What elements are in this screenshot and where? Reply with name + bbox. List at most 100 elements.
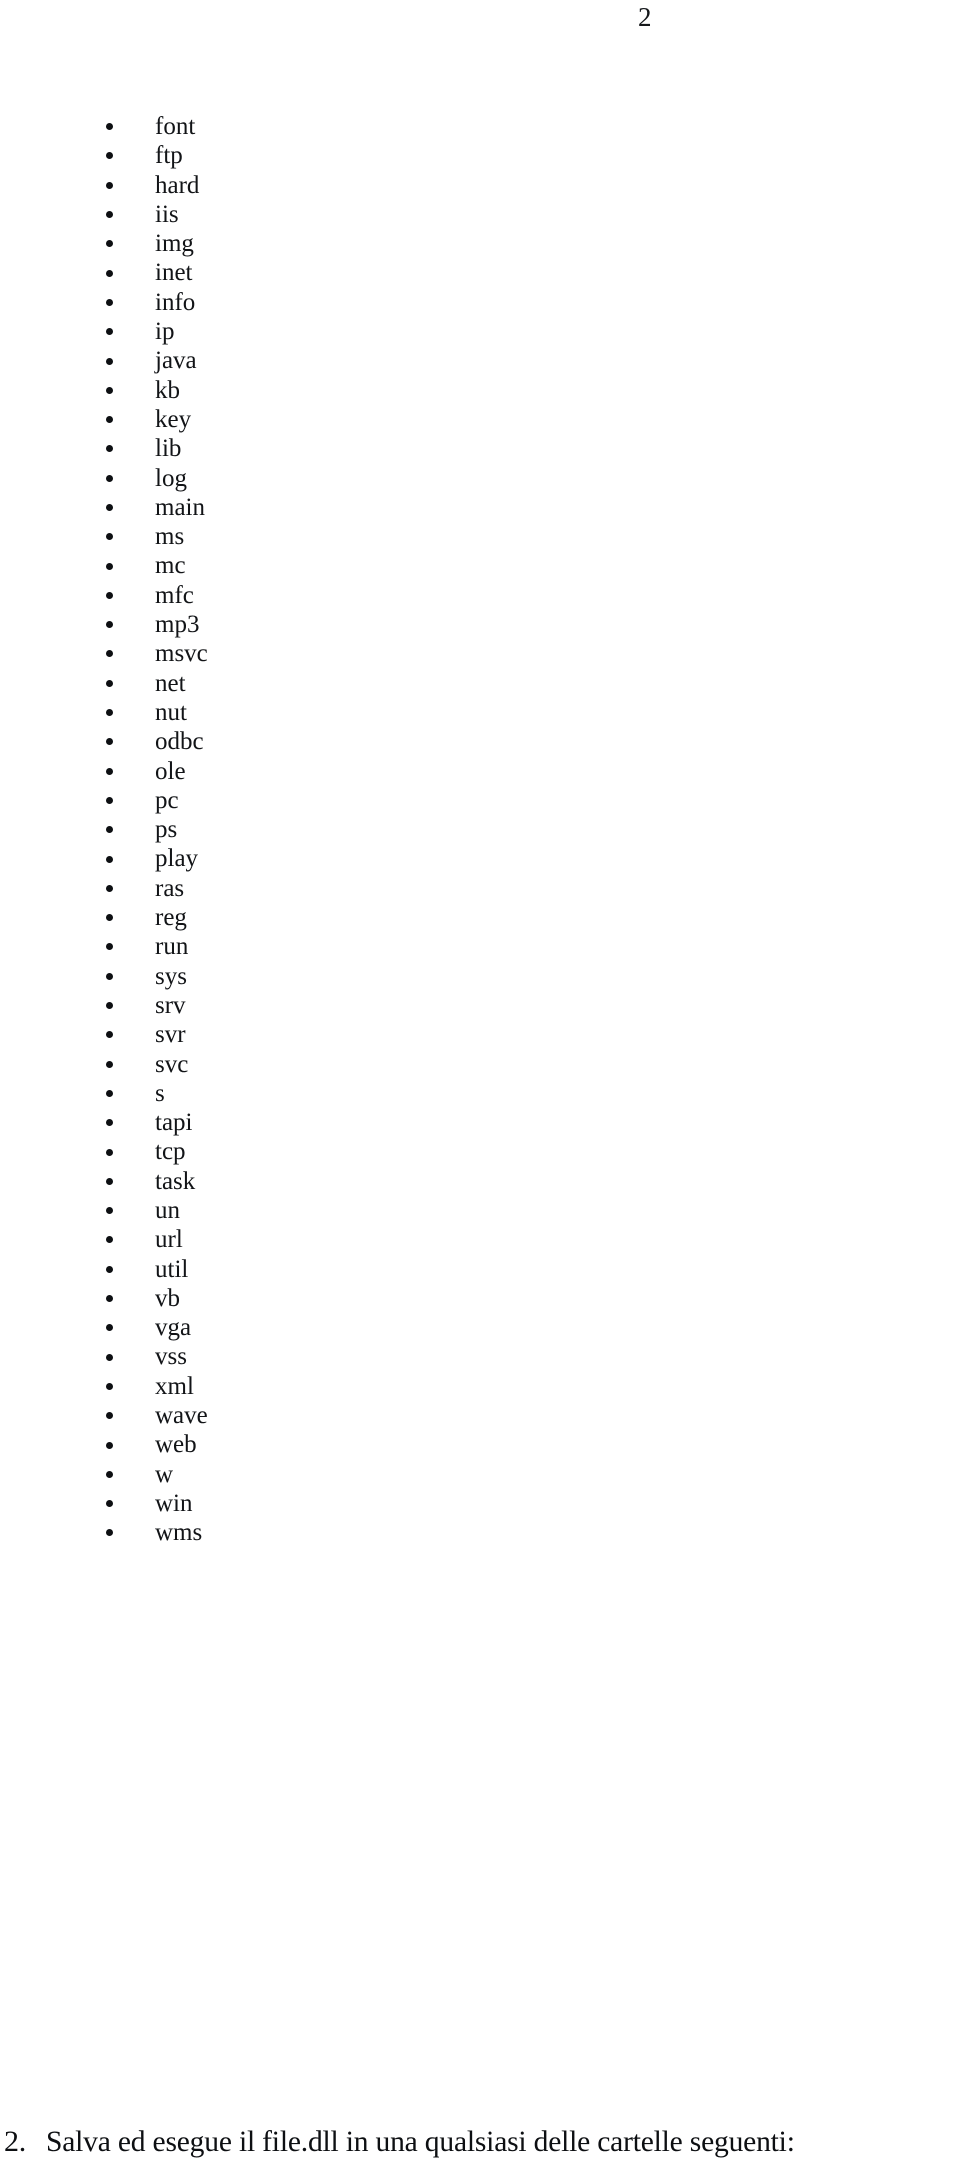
bullet-icon bbox=[106, 1060, 113, 1068]
list-item: svc bbox=[0, 1050, 640, 1079]
list-item: inet bbox=[0, 258, 640, 287]
list-item-label: mfc bbox=[155, 581, 194, 609]
list-item-label: vga bbox=[155, 1314, 192, 1342]
page-number: 2 bbox=[638, 2, 652, 32]
bullet-icon bbox=[106, 357, 113, 365]
list-item-label: main bbox=[155, 493, 205, 521]
list-item: odbc bbox=[0, 727, 640, 756]
list-item: url bbox=[0, 1225, 640, 1254]
bullet-icon bbox=[106, 1207, 113, 1215]
list-item: xml bbox=[0, 1372, 640, 1401]
list-item-label: nut bbox=[155, 698, 187, 726]
list-item-label: hard bbox=[155, 171, 200, 199]
bullet-icon bbox=[106, 123, 113, 131]
bullet-icon bbox=[106, 1500, 113, 1508]
list-item: ftp bbox=[0, 141, 640, 170]
list-item: svr bbox=[0, 1020, 640, 1049]
list-item: net bbox=[0, 669, 640, 698]
list-item-label: ftp bbox=[155, 142, 183, 170]
numbered-step: 2. Salva ed esegue il file.dll in una qu… bbox=[0, 2120, 960, 2168]
list-item: wave bbox=[0, 1401, 640, 1430]
list-item: run bbox=[0, 932, 640, 961]
list-item-label: kb bbox=[155, 376, 180, 404]
list-item: img bbox=[0, 229, 640, 258]
bullet-icon bbox=[106, 972, 113, 980]
list-item-label: tcp bbox=[155, 1138, 186, 1166]
list-item: iis bbox=[0, 200, 640, 229]
bullet-icon bbox=[106, 328, 113, 336]
bullet-icon bbox=[106, 855, 113, 863]
bullet-icon bbox=[106, 767, 113, 775]
list-item-label: task bbox=[155, 1167, 196, 1195]
list-item-label: s bbox=[155, 1079, 165, 1107]
list-item: vga bbox=[0, 1313, 640, 1342]
step-text: Salva ed esegue il file.dll in una quals… bbox=[46, 2125, 795, 2158]
list-item: s bbox=[0, 1079, 640, 1108]
list-item: nut bbox=[0, 698, 640, 727]
list-item-label: w bbox=[155, 1460, 174, 1488]
list-item-label: wms bbox=[155, 1519, 203, 1547]
list-item: java bbox=[0, 346, 640, 375]
list-item-label: log bbox=[155, 464, 187, 492]
list-item: msvc bbox=[0, 639, 640, 668]
list-item: vss bbox=[0, 1342, 640, 1371]
list-item: kb bbox=[0, 376, 640, 405]
list-item-label: img bbox=[155, 230, 194, 258]
bullet-icon bbox=[106, 298, 113, 306]
list-item: un bbox=[0, 1196, 640, 1225]
bullet-icon bbox=[106, 1148, 113, 1156]
list-item-label: svc bbox=[155, 1050, 189, 1078]
bullet-icon bbox=[106, 181, 113, 189]
list-item-label: win bbox=[155, 1489, 193, 1517]
list-item-label: mc bbox=[155, 552, 186, 580]
list-item: reg bbox=[0, 903, 640, 932]
bullet-icon bbox=[106, 826, 113, 834]
bullet-icon bbox=[106, 386, 113, 394]
step-number: 2. bbox=[4, 2125, 27, 2158]
bullet-icon bbox=[106, 1031, 113, 1039]
bullet-icon bbox=[106, 1089, 113, 1097]
list-item: font bbox=[0, 112, 640, 141]
list-item: mp3 bbox=[0, 610, 640, 639]
list-item: play bbox=[0, 844, 640, 873]
bullet-icon bbox=[106, 1119, 113, 1127]
bullet-icon bbox=[106, 1353, 113, 1361]
list-item: info bbox=[0, 288, 640, 317]
bullet-icon bbox=[106, 591, 113, 599]
list-item-label: java bbox=[155, 347, 197, 375]
list-item-label: web bbox=[155, 1431, 197, 1459]
bullet-icon bbox=[106, 1236, 113, 1244]
list-item-label: pc bbox=[155, 786, 179, 814]
list-item-label: vb bbox=[155, 1284, 180, 1312]
bullet-icon bbox=[106, 943, 113, 951]
list-item-label: iis bbox=[155, 200, 179, 228]
list-item-label: sys bbox=[155, 962, 187, 990]
list-item-label: util bbox=[155, 1255, 189, 1283]
bullet-icon bbox=[106, 504, 113, 511]
bullet-icon bbox=[106, 738, 113, 746]
bullet-icon bbox=[106, 1295, 113, 1303]
list-item: ms bbox=[0, 522, 640, 551]
list-item-label: tapi bbox=[155, 1109, 193, 1137]
list-item-label: svr bbox=[155, 1021, 186, 1049]
bullet-icon bbox=[106, 1382, 113, 1390]
list-item: hard bbox=[0, 171, 640, 200]
bullet-icon bbox=[106, 211, 113, 219]
bullet-icon bbox=[106, 709, 113, 717]
list-item-label: ms bbox=[155, 523, 185, 551]
bullet-icon bbox=[106, 562, 113, 570]
bullet-icon bbox=[106, 884, 113, 892]
list-item: util bbox=[0, 1255, 640, 1284]
list-item-label: srv bbox=[155, 991, 186, 1019]
bullet-icon bbox=[106, 650, 113, 658]
list-item-label: ole bbox=[155, 757, 186, 785]
list-item: ole bbox=[0, 757, 640, 786]
bullet-icon bbox=[106, 796, 113, 804]
list-item-label: vss bbox=[155, 1343, 187, 1371]
list-item-label: wave bbox=[155, 1402, 208, 1430]
list-item-label: ps bbox=[155, 816, 178, 844]
list-item-label: msvc bbox=[155, 640, 208, 668]
bullet-icon bbox=[106, 533, 113, 541]
list-item-label: xml bbox=[155, 1372, 194, 1400]
list-item: lib bbox=[0, 434, 640, 463]
